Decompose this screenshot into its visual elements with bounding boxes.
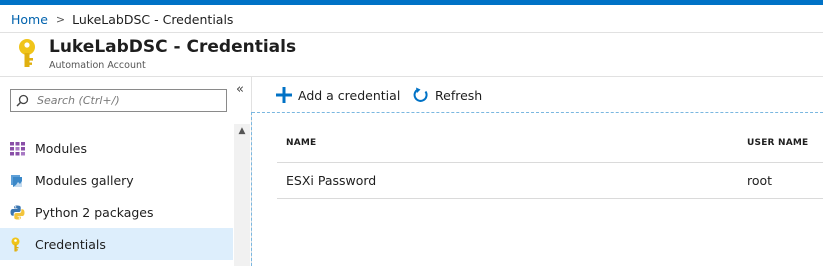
sidebar-item-modules[interactable]: Modules [0,132,233,164]
sidebar-item-python-packages[interactable]: Python 2 packages [0,196,233,228]
modules-grid-icon [10,142,25,156]
sidebar-item-modules-gallery[interactable]: Modules gallery [0,164,233,196]
search-box[interactable] [10,89,227,112]
divider [0,32,823,33]
key-icon [19,39,35,67]
page-subtitle: Automation Account [49,60,146,71]
search-input[interactable] [37,94,217,107]
python-icon [10,205,25,220]
search-icon [16,94,29,107]
credentials-grid: NAME USER NAME ESXi Password root [277,125,823,199]
add-credential-button[interactable]: Add a credential [276,86,400,104]
gallery-icon [11,175,22,187]
cell-user-name: root [747,173,773,188]
breadcrumb-current: LukeLabDSC - Credentials [72,11,234,27]
key-icon [11,237,20,252]
grid-header: NAME USER NAME [277,125,823,163]
refresh-button[interactable]: Refresh [413,86,482,104]
column-header-user-name[interactable]: USER NAME [747,138,808,148]
scroll-up-arrow-icon[interactable]: ▲ [237,126,247,136]
sidebar-item-label: Modules [35,140,87,156]
sidebar-item-label: Modules gallery [35,172,134,188]
sidebar-scrollbar[interactable]: ▲ [234,124,250,266]
sidebar-item-credentials[interactable]: Credentials [0,228,233,260]
breadcrumb-separator: > [55,12,66,26]
sidebar: « Modules Modules gallery Py [0,77,252,266]
cell-name: ESXi Password [286,173,377,188]
plus-icon [276,87,292,103]
focus-border [251,112,252,266]
refresh-icon [413,87,428,102]
breadcrumb-home-link[interactable]: Home [11,12,48,27]
collapse-sidebar-button[interactable]: « [233,83,247,97]
sidebar-item-label: Python 2 packages [35,204,154,220]
refresh-label: Refresh [435,87,483,103]
breadcrumb: Home > LukeLabDSC - Credentials [11,11,233,27]
add-credential-label: Add a credential [298,87,401,103]
sidebar-item-label: Credentials [35,236,106,252]
portal-top-bar [0,0,823,5]
page-title: LukeLabDSC - Credentials [49,37,297,57]
column-header-name[interactable]: NAME [286,138,316,148]
focus-border [252,112,823,113]
command-toolbar: Add a credential Refresh [252,77,823,113]
table-row[interactable]: ESXi Password root [277,163,823,199]
